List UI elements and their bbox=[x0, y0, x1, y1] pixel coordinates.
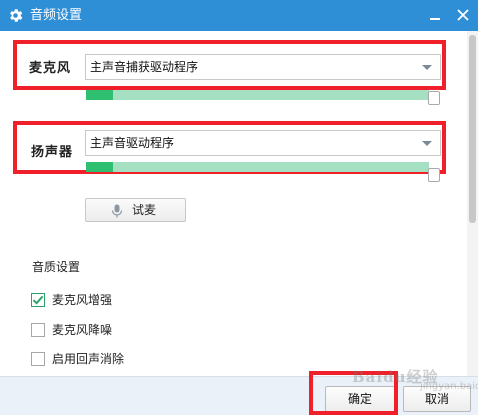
speaker-volume-handle[interactable] bbox=[428, 168, 440, 182]
speaker-select-value: 主声音驱动程序 bbox=[90, 136, 175, 150]
echo-cancellation-label: 启用回声消除 bbox=[52, 352, 125, 366]
speaker-level-meter bbox=[86, 162, 429, 172]
microphone-select[interactable]: 主声音捕获驱动程序 bbox=[85, 54, 441, 80]
test-microphone-label: 试麦 bbox=[132, 203, 157, 217]
speaker-level-fill bbox=[86, 162, 114, 172]
mic-boost-checkbox[interactable] bbox=[31, 293, 45, 307]
gear-icon bbox=[10, 9, 23, 22]
minimize-icon bbox=[430, 18, 440, 20]
window-title: 音频设置 bbox=[30, 8, 83, 23]
test-microphone-button[interactable]: 试麦 bbox=[85, 198, 186, 222]
checkmark-icon bbox=[32, 295, 44, 305]
title-bar: 音频设置 bbox=[0, 0, 478, 31]
speaker-label: 扬声器 bbox=[31, 145, 74, 160]
speaker-select[interactable]: 主声音驱动程序 bbox=[85, 130, 441, 156]
microphone-volume-handle[interactable] bbox=[428, 91, 440, 105]
mic-boost-label: 麦克风增强 bbox=[52, 293, 113, 307]
microphone-level-fill bbox=[86, 90, 114, 100]
microphone-icon bbox=[111, 204, 123, 218]
chevron-down-icon bbox=[422, 65, 432, 70]
close-icon bbox=[457, 9, 469, 21]
quality-section-title: 音质设置 bbox=[32, 260, 81, 274]
microphone-label: 麦克风 bbox=[29, 61, 72, 76]
watermark-url: jingyan.baidu.com bbox=[420, 381, 478, 392]
settings-content: 麦克风 主声音捕获驱动程序 扬声器 主声音驱动程序 试麦 音质设置 麦克风增强 bbox=[0, 31, 478, 415]
mic-noise-reduction-label: 麦克风降噪 bbox=[52, 323, 113, 337]
microphone-select-value: 主声音捕获驱动程序 bbox=[90, 60, 199, 74]
chevron-down-icon bbox=[422, 141, 432, 146]
echo-cancellation-checkbox[interactable] bbox=[31, 352, 45, 366]
minimize-button[interactable] bbox=[425, 6, 445, 26]
close-button[interactable] bbox=[453, 5, 473, 25]
scrollbar-thumb[interactable] bbox=[469, 35, 476, 223]
vertical-scrollbar[interactable] bbox=[467, 31, 478, 377]
microphone-level-meter bbox=[86, 90, 429, 100]
mic-noise-reduction-checkbox[interactable] bbox=[31, 323, 45, 337]
